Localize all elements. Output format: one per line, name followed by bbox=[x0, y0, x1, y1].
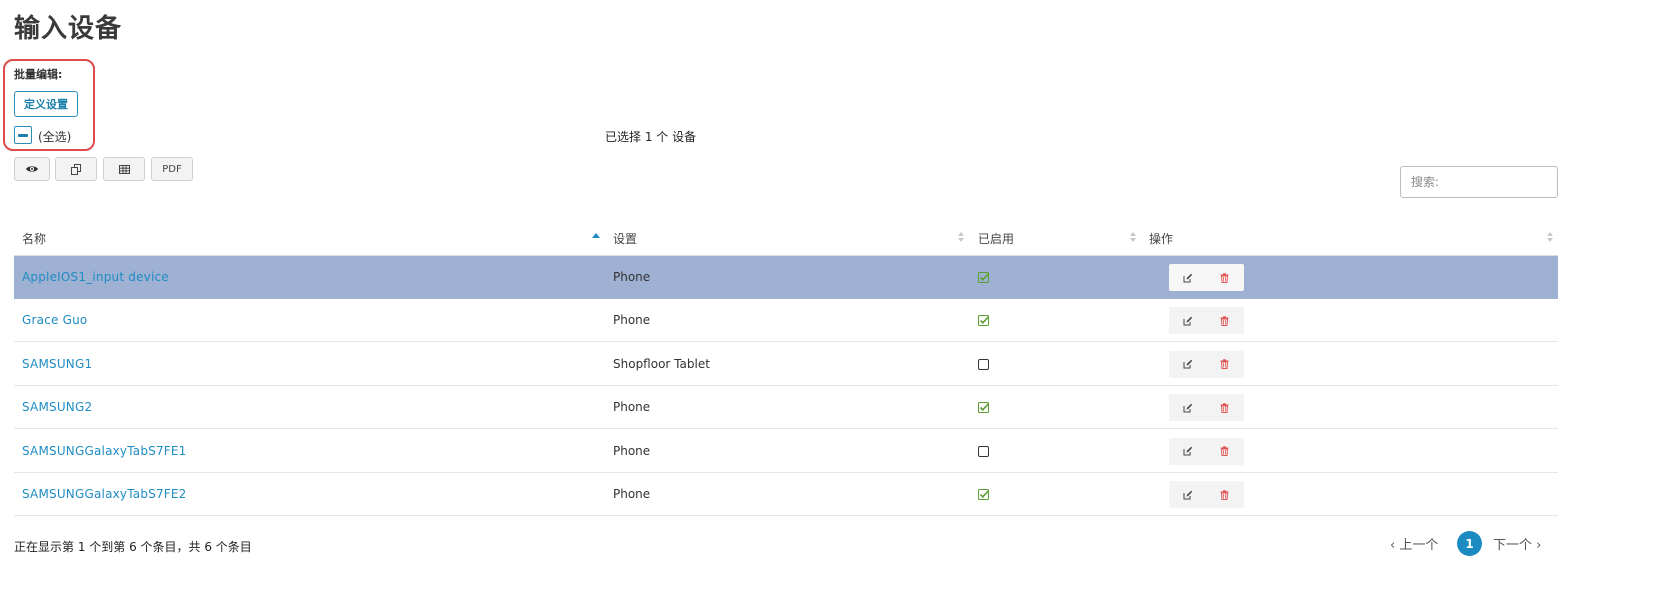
device-setting: Phone bbox=[613, 313, 651, 328]
table-row[interactable]: SAMSUNGGalaxyTabS7FE2 Phone bbox=[14, 473, 1558, 516]
indeterminate-icon bbox=[18, 133, 28, 137]
edit-button[interactable] bbox=[1169, 264, 1206, 291]
table-row[interactable]: SAMSUNGGalaxyTabS7FE1 Phone bbox=[14, 430, 1558, 473]
enabled-unchecked-icon bbox=[978, 358, 989, 370]
page-1-button[interactable]: 1 bbox=[1457, 531, 1482, 556]
enabled-checked-icon bbox=[978, 489, 989, 500]
edit-button[interactable] bbox=[1169, 481, 1206, 508]
trash-icon bbox=[1220, 402, 1229, 413]
column-header-actions[interactable]: 操作 bbox=[1149, 230, 1173, 247]
edit-icon bbox=[1183, 446, 1192, 456]
row-actions bbox=[1169, 307, 1244, 335]
enabled-checked-icon bbox=[978, 272, 989, 283]
trash-icon bbox=[1220, 359, 1229, 370]
table-row[interactable]: Grace Guo Phone bbox=[14, 299, 1558, 343]
select-all-label: (全选) bbox=[38, 130, 72, 144]
select-all-checkbox[interactable] bbox=[14, 126, 32, 144]
device-name-link[interactable]: SAMSUNGGalaxyTabS7FE1 bbox=[22, 444, 187, 458]
column-header-setting[interactable]: 设置 bbox=[613, 230, 637, 247]
trash-icon bbox=[1220, 489, 1229, 500]
enabled-unchecked-icon bbox=[978, 445, 989, 457]
batch-edit-label: 批量编辑: bbox=[14, 68, 63, 81]
copy-button[interactable] bbox=[55, 157, 97, 181]
delete-button[interactable] bbox=[1206, 264, 1243, 291]
view-button[interactable] bbox=[14, 157, 50, 181]
edit-icon bbox=[1183, 316, 1192, 326]
row-actions bbox=[1169, 437, 1244, 465]
trash-icon bbox=[1220, 316, 1229, 326]
search-input[interactable] bbox=[1400, 166, 1558, 198]
trash-icon bbox=[1220, 272, 1229, 283]
device-setting: Phone bbox=[613, 400, 651, 415]
row-actions bbox=[1169, 264, 1244, 291]
page-title: 输入设备 bbox=[14, 14, 123, 44]
device-name-link[interactable]: AppleIOS1_input device bbox=[22, 270, 169, 284]
delete-button[interactable] bbox=[1206, 351, 1243, 378]
selected-count-text: 已选择 1 个 设备 bbox=[605, 130, 697, 144]
edit-icon bbox=[1183, 273, 1192, 282]
row-actions bbox=[1169, 350, 1244, 378]
trash-icon bbox=[1220, 446, 1229, 457]
device-setting: Phone bbox=[613, 487, 651, 501]
device-setting: Phone bbox=[613, 270, 651, 284]
enabled-checked-icon bbox=[978, 315, 989, 327]
column-header-name[interactable]: 名称 bbox=[22, 230, 46, 247]
define-settings-button[interactable]: 定义设置 bbox=[14, 91, 78, 117]
edit-icon bbox=[1183, 490, 1192, 499]
copy-icon bbox=[70, 163, 81, 175]
device-name-link[interactable]: SAMSUNG1 bbox=[22, 357, 92, 371]
pdf-button[interactable]: PDF bbox=[151, 157, 193, 181]
table-row[interactable]: AppleIOS1_input device Phone bbox=[14, 256, 1558, 299]
column-header-enabled[interactable]: 已启用 bbox=[978, 230, 1014, 247]
device-setting: Shopfloor Tablet bbox=[613, 356, 710, 371]
device-name-link[interactable]: SAMSUNG2 bbox=[22, 400, 92, 414]
device-setting: Phone bbox=[613, 443, 651, 458]
edit-button[interactable] bbox=[1169, 351, 1206, 378]
device-name-link[interactable]: SAMSUNGGalaxyTabS7FE2 bbox=[22, 487, 187, 501]
row-actions bbox=[1169, 481, 1244, 508]
delete-button[interactable] bbox=[1206, 307, 1243, 334]
sort-both-icon[interactable] bbox=[1545, 229, 1555, 245]
sort-both-icon[interactable] bbox=[956, 229, 966, 245]
edit-button[interactable] bbox=[1169, 307, 1206, 334]
edit-button[interactable] bbox=[1169, 394, 1206, 421]
pagination-info: 正在显示第 1 个到第 6 个条目，共 6 个条目 bbox=[14, 540, 252, 554]
table-row[interactable]: SAMSUNG1 Shopfloor Tablet bbox=[14, 343, 1558, 386]
edit-button[interactable] bbox=[1169, 438, 1206, 465]
previous-page-button[interactable]: ‹ 上一个 bbox=[1390, 534, 1438, 553]
table-icon bbox=[118, 164, 130, 174]
delete-button[interactable] bbox=[1206, 394, 1243, 421]
edit-icon bbox=[1183, 360, 1192, 369]
eye-icon bbox=[26, 166, 38, 172]
row-actions bbox=[1169, 394, 1244, 422]
sort-both-icon[interactable] bbox=[1128, 229, 1138, 245]
delete-button[interactable] bbox=[1206, 438, 1243, 465]
device-name-link[interactable]: Grace Guo bbox=[22, 313, 87, 327]
sort-asc-icon[interactable] bbox=[591, 229, 601, 245]
table-row[interactable]: SAMSUNG2 Phone bbox=[14, 386, 1558, 430]
enabled-checked-icon bbox=[978, 402, 989, 414]
csv-button[interactable] bbox=[103, 157, 145, 181]
delete-button[interactable] bbox=[1206, 481, 1243, 508]
edit-icon bbox=[1183, 403, 1192, 413]
next-page-button[interactable]: 下一个 › bbox=[1493, 534, 1541, 553]
